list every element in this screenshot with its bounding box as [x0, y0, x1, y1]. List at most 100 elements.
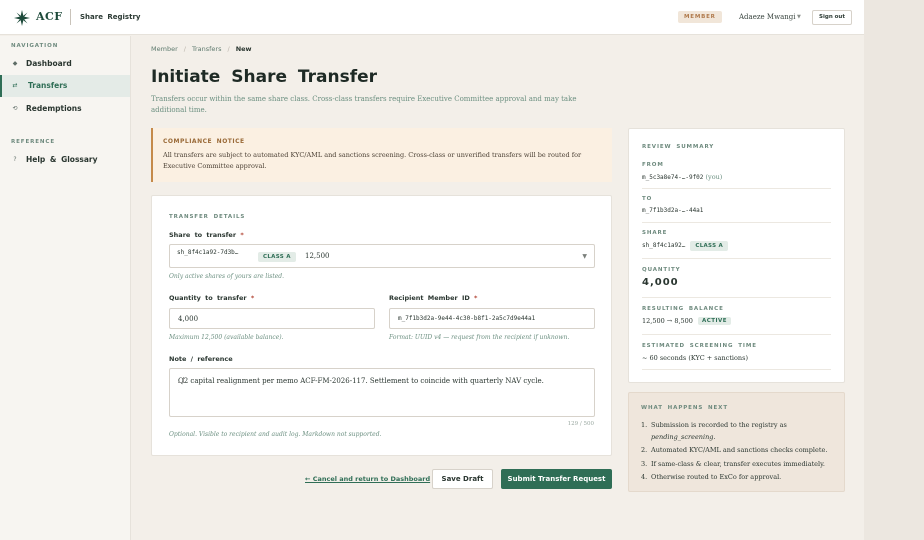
- step-text: Submission is recorded to the registry a…: [651, 421, 787, 429]
- reference-heading: REFERENCE: [11, 139, 55, 145]
- breadcrumb-current: New: [235, 45, 252, 53]
- breadcrumb-member[interactable]: Member: [151, 45, 178, 53]
- quantity-label: Quantity to transfer *: [169, 294, 254, 302]
- sidebar-item-label: Redemptions: [26, 104, 82, 113]
- sidebar-item-label: Dashboard: [26, 59, 72, 68]
- sidebar-item-transfers[interactable]: ⇄ Transfers: [0, 75, 130, 97]
- save-draft-button[interactable]: Save Draft: [432, 469, 493, 489]
- swap-icon: ⇄: [12, 82, 18, 89]
- summary-share: SHARE sh_8f4c1a92… CLASS A: [642, 230, 831, 259]
- sign-out-button[interactable]: Sign out: [812, 10, 852, 25]
- quantity-input[interactable]: 4,000: [169, 308, 375, 329]
- sidebar: NAVIGATION ◆ Dashboard ⇄ Transfers ⟲ Red…: [0, 36, 131, 540]
- share-id: sh_8f4c1a92…: [642, 242, 686, 249]
- compliance-notice: COMPLIANCE NOTICE All transfers are subj…: [151, 128, 612, 182]
- step-status: pending_screening: [651, 432, 714, 441]
- sidebar-item-help[interactable]: ? Help & Glossary: [0, 149, 130, 171]
- transfer-form: TRANSFER DETAILS Share to transfer * sh_…: [151, 195, 612, 456]
- sidebar-item-label: Help & Glossary: [26, 155, 98, 164]
- summary-key: QUANTITY: [642, 267, 681, 273]
- step-text: If same-class & clear, transfer executes…: [651, 459, 825, 468]
- chevron-down-icon[interactable]: ▼: [797, 14, 801, 20]
- recipient-hint: Format: UUID v4 — request from the recip…: [389, 334, 570, 341]
- breadcrumb-transfers[interactable]: Transfers: [192, 45, 222, 53]
- quantity-label-text: Quantity to transfer: [169, 294, 247, 302]
- summary-heading: REVIEW SUMMARY: [642, 144, 715, 150]
- summary-value: m_5c3a8e74-…-9f02 (you): [642, 173, 722, 181]
- summary-balance: RESULTING BALANCE 12,500 → 8,500 ACTIVE: [642, 306, 831, 335]
- step-text: Otherwise routed to ExCo for approval.: [651, 473, 782, 481]
- share-class-badge: CLASS A: [690, 241, 729, 251]
- top-bar: ACF Share Registry MEMBER Adaeze Mwangi …: [0, 0, 864, 35]
- share-label: Share to transfer *: [169, 231, 244, 239]
- user-menu[interactable]: Adaeze Mwangi: [739, 13, 795, 21]
- notice-body: All transfers are subject to automated K…: [163, 151, 582, 170]
- summary-key: TO: [642, 196, 653, 202]
- app-name: Share Registry: [80, 13, 141, 21]
- from-id: m_5c3a8e74-…-9f02: [642, 174, 704, 181]
- form-heading: TRANSFER DETAILS: [169, 214, 246, 220]
- submit-transfer-button[interactable]: Submit Transfer Request: [501, 469, 612, 489]
- review-summary: REVIEW SUMMARY FROM m_5c3a8e74-…-9f02 (y…: [628, 128, 845, 383]
- you-tag: (you): [705, 173, 723, 181]
- summary-screening-time: ESTIMATED SCREENING TIME ~ 60 seconds (K…: [642, 343, 831, 370]
- required-mark: *: [240, 231, 244, 239]
- summary-value: 4,000: [642, 277, 679, 288]
- summary-key: RESULTING BALANCE: [642, 306, 724, 312]
- page-subtitle: Transfers occur within the same share cl…: [151, 95, 577, 114]
- recipient-label-text: Recipient Member ID: [389, 294, 470, 302]
- what-happens-next: WHAT HAPPENS NEXT 1. Submission is record…: [628, 392, 845, 492]
- note-hint: Optional. Visible to recipient and audit…: [169, 431, 382, 438]
- question-icon: ?: [13, 156, 17, 163]
- quantity-value: 4,000: [178, 315, 199, 323]
- header-divider: [70, 9, 71, 25]
- quantity-hint: Maximum 12,500 (available balance).: [169, 334, 284, 341]
- balance-value: 12,500 → 8,500: [642, 317, 693, 325]
- list-item: 1. Submission is recorded to the registry…: [641, 421, 787, 441]
- page-title: Initiate Share Transfer: [151, 67, 378, 87]
- share-hint: Only active shares of yours are listed.: [169, 273, 285, 280]
- role-badge: MEMBER: [678, 11, 722, 23]
- diamond-icon: ◆: [12, 60, 18, 67]
- summary-value: m_7f1b3d2a-…-44a1: [642, 207, 704, 214]
- step-text: Automated KYC/AML and sanctions checks c…: [651, 446, 828, 454]
- summary-value: sh_8f4c1a92… CLASS A: [642, 241, 729, 251]
- status-badge: ACTIVE: [697, 317, 732, 325]
- summary-to: TO m_7f1b3d2a-…-44a1: [642, 196, 831, 223]
- note-textarea[interactable]: Q2 capital realignment per memo ACF-FM-2…: [169, 368, 595, 417]
- sidebar-item-dashboard[interactable]: ◆ Dashboard: [0, 53, 130, 75]
- summary-value: 12,500 → 8,500 ACTIVE: [642, 317, 732, 325]
- summary-value: ~ 60 seconds (KYC + sanctions): [642, 354, 748, 362]
- page-gutter: [864, 0, 924, 540]
- required-mark: *: [250, 294, 255, 302]
- summary-key: FROM: [642, 162, 664, 168]
- share-label-text: Share to transfer: [169, 231, 237, 239]
- summary-key: SHARE: [642, 230, 668, 236]
- share-select[interactable]: sh_8f4c1a92-7d3b… CLASS A 12,500 ▼: [169, 244, 595, 268]
- note-counter: 129 / 500: [567, 421, 594, 427]
- next-heading: WHAT HAPPENS NEXT: [641, 405, 728, 411]
- share-class-badge: CLASS A: [258, 252, 296, 262]
- sidebar-item-redemptions[interactable]: ⟲ Redemptions: [0, 98, 130, 120]
- resize-handle-icon[interactable]: [178, 377, 184, 383]
- breadcrumb-separator: /: [183, 45, 186, 53]
- cancel-link[interactable]: ← Cancel and return to Dashboard: [305, 475, 430, 483]
- logo-text[interactable]: ACF: [36, 10, 63, 23]
- breadcrumb-separator: /: [227, 45, 230, 53]
- logo-icon: [14, 10, 30, 26]
- list-item: 4. Otherwise routed to ExCo for approval.: [641, 473, 782, 481]
- next-steps-list: 1. Submission is recorded to the registry…: [641, 420, 836, 486]
- recipient-id-input[interactable]: m_7f1b3d2a-9e44-4c30-b8f1-2a5c7d9e44a1: [389, 308, 595, 329]
- share-id: sh_8f4c1a92-7d3b…: [177, 249, 239, 256]
- list-item: 2. Automated KYC/AML and sanctions checks…: [641, 446, 828, 454]
- list-item: 3. If same-class & clear, transfer execut…: [641, 459, 825, 468]
- recipient-value: m_7f1b3d2a-9e44-4c30-b8f1-2a5c7d9e44a1: [398, 315, 536, 322]
- summary-quantity: QUANTITY 4,000: [642, 267, 831, 298]
- notice-title: COMPLIANCE NOTICE: [163, 138, 245, 145]
- note-value: Q2 capital realignment per memo ACF-FM-2…: [178, 377, 544, 385]
- summary-key: ESTIMATED SCREENING TIME: [642, 343, 757, 349]
- redeem-icon: ⟲: [12, 105, 18, 112]
- recipient-label: Recipient Member ID *: [389, 294, 477, 302]
- sidebar-item-label: Transfers: [28, 81, 68, 90]
- breadcrumb: Member / Transfers / New: [151, 45, 252, 53]
